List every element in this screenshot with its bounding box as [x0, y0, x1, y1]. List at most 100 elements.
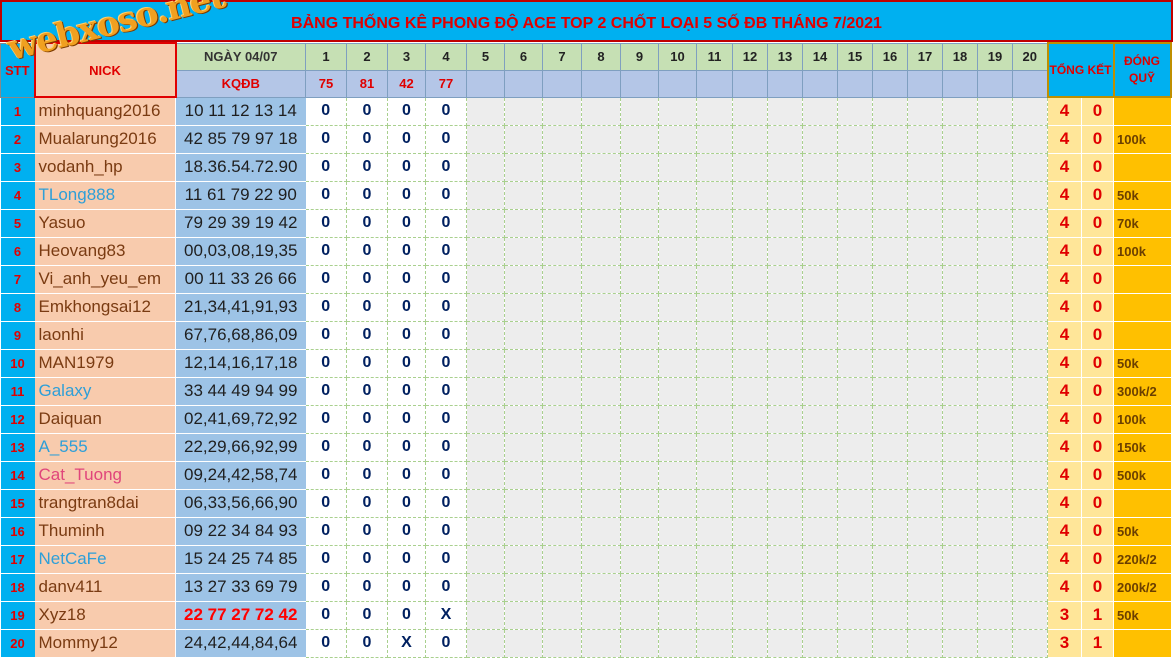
day-15-cell[interactable]	[837, 321, 873, 350]
day-4-cell[interactable]: 0	[425, 349, 467, 378]
day-5-cell[interactable]	[466, 629, 505, 658]
day-20-cell[interactable]	[1012, 377, 1048, 406]
day-5-cell[interactable]	[466, 405, 505, 434]
day-7-cell[interactable]	[542, 209, 582, 238]
player-nick[interactable]: Yasuo	[34, 209, 176, 238]
day-10-cell[interactable]	[658, 153, 697, 182]
day-15-cell[interactable]	[837, 629, 873, 658]
day-6-cell[interactable]	[504, 209, 543, 238]
total-losses[interactable]: 0	[1081, 125, 1114, 154]
day-16-cell[interactable]	[872, 489, 908, 518]
day-19-cell[interactable]	[977, 629, 1013, 658]
day-6-cell[interactable]	[504, 573, 543, 602]
chosen-numbers[interactable]: 24,42,44,84,64	[175, 629, 306, 658]
day-7-cell[interactable]	[542, 265, 582, 294]
day-7-cell[interactable]	[542, 181, 582, 210]
day-1-cell[interactable]: 0	[305, 237, 347, 266]
fund-contribution[interactable]: 50k	[1113, 517, 1171, 546]
day-3-cell[interactable]: 0	[387, 433, 426, 462]
day-3-cell[interactable]: 0	[387, 293, 426, 322]
day-10-header[interactable]: 10	[658, 42, 697, 71]
day-20-result[interactable]	[1012, 69, 1048, 98]
total-losses[interactable]: 0	[1081, 265, 1114, 294]
day-15-cell[interactable]	[837, 209, 873, 238]
day-6-cell[interactable]	[504, 125, 543, 154]
day-10-cell[interactable]	[658, 433, 697, 462]
day-13-cell[interactable]	[767, 377, 803, 406]
fund-contribution[interactable]	[1113, 97, 1171, 126]
chosen-numbers[interactable]: 22 77 27 72 42	[175, 601, 306, 630]
day-5-cell[interactable]	[466, 433, 505, 462]
day-9-cell[interactable]	[620, 517, 659, 546]
day-19-cell[interactable]	[977, 601, 1013, 630]
day-5-cell[interactable]	[466, 293, 505, 322]
day-1-cell[interactable]: 0	[305, 405, 347, 434]
fund-contribution[interactable]: 200k/2	[1113, 573, 1171, 602]
day-19-cell[interactable]	[977, 433, 1013, 462]
day-20-header[interactable]: 20	[1012, 42, 1048, 71]
day-2-header[interactable]: 2	[346, 42, 388, 71]
day-7-cell[interactable]	[542, 517, 582, 546]
day-12-cell[interactable]	[732, 377, 768, 406]
fund-contribution[interactable]	[1113, 321, 1171, 350]
day-9-cell[interactable]	[620, 489, 659, 518]
day-18-cell[interactable]	[942, 321, 978, 350]
day-19-result[interactable]	[977, 69, 1013, 98]
day-7-cell[interactable]	[542, 433, 582, 462]
day-14-cell[interactable]	[802, 321, 838, 350]
day-19-cell[interactable]	[977, 97, 1013, 126]
day-5-cell[interactable]	[466, 461, 505, 490]
day-15-cell[interactable]	[837, 125, 873, 154]
row-number[interactable]: 9	[0, 321, 35, 350]
day-2-cell[interactable]: 0	[346, 265, 388, 294]
day-13-cell[interactable]	[767, 181, 803, 210]
day-9-cell[interactable]	[620, 405, 659, 434]
day-1-cell[interactable]: 0	[305, 125, 347, 154]
chosen-numbers[interactable]: 12,14,16,17,18	[175, 349, 306, 378]
row-number[interactable]: 18	[0, 573, 35, 602]
day-9-cell[interactable]	[620, 321, 659, 350]
row-number[interactable]: 7	[0, 265, 35, 294]
day-12-cell[interactable]	[732, 237, 768, 266]
day-3-cell[interactable]: 0	[387, 405, 426, 434]
total-wins[interactable]: 4	[1047, 377, 1082, 406]
day-14-cell[interactable]	[802, 237, 838, 266]
day-9-cell[interactable]	[620, 433, 659, 462]
day-4-cell[interactable]: 0	[425, 433, 467, 462]
day-6-cell[interactable]	[504, 349, 543, 378]
day-7-result[interactable]	[542, 69, 582, 98]
day-10-cell[interactable]	[658, 181, 697, 210]
day-7-cell[interactable]	[542, 377, 582, 406]
day-17-cell[interactable]	[907, 573, 943, 602]
total-wins[interactable]: 3	[1047, 629, 1082, 658]
day-19-cell[interactable]	[977, 349, 1013, 378]
day-15-cell[interactable]	[837, 573, 873, 602]
day-20-cell[interactable]	[1012, 181, 1048, 210]
day-18-cell[interactable]	[942, 545, 978, 574]
day-19-header[interactable]: 19	[977, 42, 1013, 71]
total-wins[interactable]: 4	[1047, 153, 1082, 182]
day-1-cell[interactable]: 0	[305, 545, 347, 574]
total-wins[interactable]: 4	[1047, 517, 1082, 546]
player-nick[interactable]: Thuminh	[34, 517, 176, 546]
day-16-cell[interactable]	[872, 545, 908, 574]
total-wins[interactable]: 4	[1047, 265, 1082, 294]
day-17-cell[interactable]	[907, 517, 943, 546]
day-11-cell[interactable]	[696, 125, 733, 154]
day-8-cell[interactable]	[581, 153, 621, 182]
day-19-cell[interactable]	[977, 153, 1013, 182]
day-16-cell[interactable]	[872, 153, 908, 182]
day-19-cell[interactable]	[977, 125, 1013, 154]
day-1-cell[interactable]: 0	[305, 573, 347, 602]
day-2-cell[interactable]: 0	[346, 237, 388, 266]
day-18-cell[interactable]	[942, 293, 978, 322]
total-losses[interactable]: 1	[1081, 601, 1114, 630]
chosen-numbers[interactable]: 42 85 79 97 18	[175, 125, 306, 154]
day-11-cell[interactable]	[696, 97, 733, 126]
day-5-cell[interactable]	[466, 517, 505, 546]
day-14-result[interactable]	[802, 69, 838, 98]
day-9-cell[interactable]	[620, 125, 659, 154]
day-3-cell[interactable]: 0	[387, 489, 426, 518]
day-11-cell[interactable]	[696, 629, 733, 658]
total-wins[interactable]: 4	[1047, 181, 1082, 210]
